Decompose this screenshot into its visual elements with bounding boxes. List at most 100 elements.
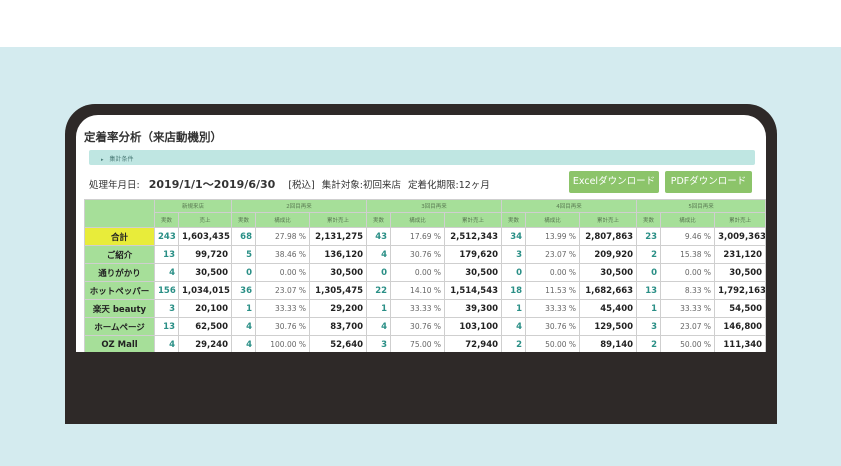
cell-3rd-ratio: 14.10 % — [390, 281, 446, 300]
sub-header-cum-sales: 累計売上 — [444, 212, 503, 228]
cell-5th-cum-sales: 231,120 — [714, 245, 766, 264]
cell-3rd-count: 1 — [366, 299, 392, 318]
cell-3rd-ratio: 0.00 % — [390, 263, 446, 282]
cell-2nd-cum-sales: 2,131,275 — [309, 227, 368, 246]
cell-4th-cum-sales: 89,140 — [579, 335, 638, 352]
cell-5th-cum-sales: 146,800 — [714, 317, 766, 336]
cell-5th-count: 0 — [636, 263, 662, 282]
cell-3rd-cum-sales: 1,514,543 — [444, 281, 503, 300]
sub-header-cum-sales: 累計売上 — [714, 212, 766, 228]
cell-2nd-ratio: 33.33 % — [255, 299, 311, 318]
group-header-new: 新規来店 — [153, 199, 233, 213]
table-row: 通りがかり 4 30,500 0 0.00 % 30,500 0 0.00 % 30,500 0 0… — [84, 263, 766, 282]
pdf-download-button[interactable]: PDFダウンロード — [665, 171, 752, 193]
cell-4th-cum-sales: 1,682,663 — [579, 281, 638, 300]
excel-download-button[interactable]: Excelダウンロード — [569, 171, 659, 193]
cell-5th-cum-sales: 111,340 — [714, 335, 766, 352]
cell-5th-count: 13 — [636, 281, 662, 300]
cell-new-sales: 99,720 — [177, 245, 233, 264]
group-header-2nd: 2回目再来 — [231, 199, 368, 213]
cell-3rd-count: 4 — [366, 317, 392, 336]
cell-4th-ratio: 50.00 % — [525, 335, 581, 352]
cell-new-count: 243 — [154, 227, 179, 246]
sub-header-cum-sales: 累計売上 — [309, 212, 368, 228]
table-body: 合計 243 1,603,435 68 27.98 % 2,131,275 43 17.69 … — [84, 227, 766, 352]
sub-header-ratio: 構成比 — [390, 212, 446, 228]
cell-4th-cum-sales: 30,500 — [579, 263, 638, 282]
cell-new-sales: 1,034,015 — [177, 281, 233, 300]
sub-header-count: 実数 — [636, 212, 662, 228]
cell-2nd-ratio: 0.00 % — [255, 263, 311, 282]
group-header-5th: 5回目再来 — [636, 199, 766, 213]
cell-5th-count: 2 — [636, 335, 662, 352]
triangle-right-icon: ▸ — [101, 157, 104, 163]
cell-4th-cum-sales: 2,807,863 — [579, 227, 638, 246]
cell-5th-cum-sales: 54,500 — [714, 299, 766, 318]
sub-header-count: 実数 — [501, 212, 527, 228]
cell-2nd-ratio: 100.00 % — [255, 335, 311, 352]
cell-4th-ratio: 11.53 % — [525, 281, 581, 300]
cell-5th-ratio: 8.33 % — [660, 281, 716, 300]
cell-5th-ratio: 23.07 % — [660, 317, 716, 336]
cell-3rd-cum-sales: 72,940 — [444, 335, 503, 352]
row-label: OZ Mall — [84, 335, 155, 352]
cell-4th-ratio: 30.76 % — [525, 317, 581, 336]
period-label: 処理年月日: — [89, 180, 140, 191]
tax-label: [税込] — [288, 180, 315, 191]
cell-4th-count: 0 — [501, 263, 527, 282]
table-row: ご紹介 13 99,720 5 38.46 % 136,120 4 30.76 % 179,62… — [84, 245, 766, 264]
cell-3rd-cum-sales: 30,500 — [444, 263, 503, 282]
cell-3rd-ratio: 75.00 % — [390, 335, 446, 352]
group-header-row: 新規来店 2回目再来 3回目再来 4回目再来 5回目再来 — [84, 199, 766, 228]
cell-3rd-cum-sales: 39,300 — [444, 299, 503, 318]
cell-5th-ratio: 9.46 % — [660, 227, 716, 246]
group-header-4th: 4回目再来 — [501, 199, 638, 213]
cell-4th-count: 1 — [501, 299, 527, 318]
row-label: ご紹介 — [84, 245, 155, 264]
cell-2nd-ratio: 23.07 % — [255, 281, 311, 300]
cell-3rd-count: 43 — [366, 227, 392, 246]
cell-new-count: 13 — [154, 317, 179, 336]
condition-label: 集計条件 — [109, 156, 134, 163]
cell-new-count: 3 — [154, 299, 179, 318]
cell-2nd-cum-sales: 1,305,475 — [309, 281, 368, 300]
cell-3rd-ratio: 17.69 % — [390, 227, 446, 246]
cell-4th-ratio: 23.07 % — [525, 245, 581, 264]
filter-summary: 処理年月日: 2019/1/1〜2019/6/30 [税込] 集計対象:初回来店… — [89, 176, 490, 192]
cell-5th-ratio: 15.38 % — [660, 245, 716, 264]
cell-2nd-cum-sales: 83,700 — [309, 317, 368, 336]
cell-4th-ratio: 33.33 % — [525, 299, 581, 318]
cell-new-sales: 29,240 — [177, 335, 233, 352]
cell-2nd-ratio: 30.76 % — [255, 317, 311, 336]
cell-5th-cum-sales: 3,009,363 — [714, 227, 766, 246]
cell-4th-cum-sales: 129,500 — [579, 317, 638, 336]
cell-5th-count: 23 — [636, 227, 662, 246]
cell-2nd-count: 68 — [231, 227, 257, 246]
cell-2nd-count: 5 — [231, 245, 257, 264]
cell-3rd-ratio: 30.76 % — [390, 317, 446, 336]
sub-header-ratio: 構成比 — [255, 212, 311, 228]
group-header-3rd: 3回目再来 — [366, 199, 503, 213]
sub-header-count: 実数 — [231, 212, 257, 228]
cell-new-count: 4 — [154, 335, 179, 352]
row-label: 通りがかり — [84, 263, 155, 282]
page-title: 定着率分析（来店動機別） — [84, 130, 222, 144]
cell-new-sales: 1,603,435 — [177, 227, 233, 246]
cell-3rd-ratio: 30.76 % — [390, 245, 446, 264]
table-row: ホットペッパー 156 1,034,015 36 23.07 % 1,305,475 22 1… — [84, 281, 766, 300]
row-label: 合計 — [84, 227, 155, 246]
cell-2nd-count: 1 — [231, 299, 257, 318]
table-row: 合計 243 1,603,435 68 27.98 % 2,131,275 43 17.69 … — [84, 227, 766, 246]
cell-5th-ratio: 0.00 % — [660, 263, 716, 282]
top-margin — [0, 0, 841, 47]
condition-toggle-bar[interactable]: ▸ 集計条件 — [89, 150, 755, 165]
cell-4th-ratio: 0.00 % — [525, 263, 581, 282]
cell-5th-count: 1 — [636, 299, 662, 318]
table-row: OZ Mall 4 29,240 4 100.00 % 52,640 3 75.00 % 72,… — [84, 335, 766, 352]
cell-5th-count: 2 — [636, 245, 662, 264]
cell-2nd-count: 36 — [231, 281, 257, 300]
cell-4th-cum-sales: 209,920 — [579, 245, 638, 264]
cell-4th-count: 4 — [501, 317, 527, 336]
sub-header-count: 実数 — [366, 212, 392, 228]
table-row: 楽天 beauty 3 20,100 1 33.33 % 29,200 1 33.33 % 39… — [84, 299, 766, 318]
